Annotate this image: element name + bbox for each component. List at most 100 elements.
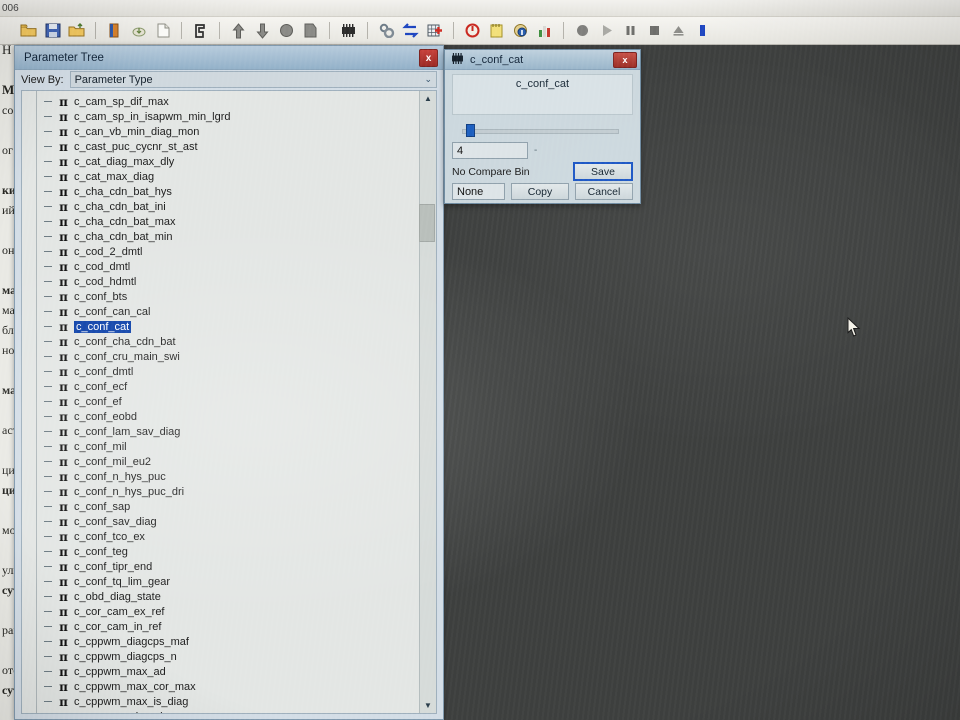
scrollbar-thumb[interactable] [419, 204, 435, 242]
stop-icon[interactable] [644, 20, 665, 41]
scroll-down-icon[interactable]: ▼ [420, 698, 436, 713]
parameter-item-c_cppwm_max_is_diag[interactable]: π c_cppwm_max_is_diag [22, 694, 419, 709]
dialog-titlebar[interactable]: c_conf_cat x [445, 50, 640, 70]
parameter-item-c_conf_ef[interactable]: π c_conf_ef [22, 394, 419, 409]
slider-track[interactable] [462, 129, 619, 134]
parameter-item-c_conf_n_hys_puc_dri[interactable]: π c_conf_n_hys_puc_dri [22, 484, 419, 499]
compare-bin-select[interactable]: None [452, 183, 505, 200]
parameter-item-c_cam_sp_in_isapwm_min_lgrd[interactable]: π c_cam_sp_in_isapwm_min_lgrd [22, 109, 419, 124]
parameter-item-label: c_obd_diag_state [74, 590, 161, 603]
parameter-item-c_conf_mil[interactable]: π c_conf_mil [22, 439, 419, 454]
new-document-icon[interactable] [152, 20, 173, 41]
swap-arrows-icon[interactable] [400, 20, 421, 41]
parameter-item-label: c_conf_n_hys_puc_dri [74, 485, 185, 498]
parameter-item-c_cam_sp_dif_max[interactable]: π c_cam_sp_dif_max [22, 94, 419, 109]
pi-parameter-icon: π [59, 454, 68, 469]
bar-chart-icon[interactable] [534, 20, 555, 41]
parameter-item-c_cod_2_dmtl[interactable]: π c_cod_2_dmtl [22, 244, 419, 259]
scroll-up-icon[interactable]: ▲ [420, 91, 436, 106]
parameter-item-c_cod_hdmtl[interactable]: π c_cod_hdmtl [22, 274, 419, 289]
parameter-item-c_cast_puc_cycnr_st_ast[interactable]: π c_cast_puc_cycnr_st_ast [22, 139, 419, 154]
parameter-item-c_conf_lam_sav_diag[interactable]: π c_conf_lam_sav_diag [22, 424, 419, 439]
parameter-item-c_cha_cdn_bat_min[interactable]: π c_cha_cdn_bat_min [22, 229, 419, 244]
parameter-item-c_conf_can_cal[interactable]: π c_conf_can_cal [22, 304, 419, 319]
save-button[interactable]: Save [573, 162, 633, 181]
cancel-button[interactable]: Cancel [575, 183, 633, 200]
play-icon[interactable] [596, 20, 617, 41]
upload-arrow-icon[interactable] [228, 20, 249, 41]
value-slider[interactable] [452, 124, 633, 137]
parameter-item-c_cor_cam_ex_ref[interactable]: π c_cor_cam_ex_ref [22, 604, 419, 619]
parameter-item-c_conf_mil_eu2[interactable]: π c_conf_mil_eu2 [22, 454, 419, 469]
gears-icon[interactable] [376, 20, 397, 41]
parameter-item-c_cha_cdn_bat_ini[interactable]: π c_cha_cdn_bat_ini [22, 199, 419, 214]
value-input[interactable]: 4 [452, 142, 528, 159]
tree-branch-line [44, 296, 52, 297]
parameter-item-c_conf_tipr_end[interactable]: π c_conf_tipr_end [22, 559, 419, 574]
parameter-item-c_cppwm_max_ad[interactable]: π c_cppwm_max_ad [22, 664, 419, 679]
circle-shape-icon[interactable] [276, 20, 297, 41]
close-icon[interactable]: x [613, 52, 637, 68]
tree-branch-line [44, 191, 52, 192]
cloud-download-icon[interactable] [128, 20, 149, 41]
pause-icon[interactable] [620, 20, 641, 41]
parameter-item-c_conf_tq_lim_gear[interactable]: π c_conf_tq_lim_gear [22, 574, 419, 589]
parameter-item-c_conf_bts[interactable]: π c_conf_bts [22, 289, 419, 304]
record-icon[interactable] [572, 20, 593, 41]
info-globe-icon[interactable] [510, 20, 531, 41]
parameter-list[interactable]: π c_cam_sp_dif_max π c_cam_sp_in_isapwm_min… [22, 91, 419, 713]
parameter-item-c_conf_cha_cdn_bat[interactable]: π c_conf_cha_cdn_bat [22, 334, 419, 349]
tree-branch-line [44, 161, 52, 162]
parameter-item-c_conf_cru_main_swi[interactable]: π c_conf_cru_main_swi [22, 349, 419, 364]
download-arrow-icon[interactable] [252, 20, 273, 41]
eject-icon[interactable] [668, 20, 689, 41]
toolbar-separator [181, 22, 182, 39]
import-book-icon[interactable] [104, 20, 125, 41]
parameter-item-c_cat_max_diag[interactable]: π c_cat_max_diag [22, 169, 419, 184]
tree-branch-line [44, 491, 52, 492]
memory-chip-icon[interactable] [338, 20, 359, 41]
tree-branch-line [44, 446, 52, 447]
parameter-item-c_can_vb_min_diag_mon[interactable]: π c_can_vb_min_diag_mon [22, 124, 419, 139]
copy-button[interactable]: Copy [511, 183, 569, 200]
slider-thumb[interactable] [466, 124, 475, 137]
tree-branch-line [44, 221, 52, 222]
pi-parameter-icon: π [59, 364, 68, 379]
parameter-item-c_cha_cdn_bat_hys[interactable]: π c_cha_cdn_bat_hys [22, 184, 419, 199]
parameter-item-c_conf_tco_ex[interactable]: π c_conf_tco_ex [22, 529, 419, 544]
notepad-icon[interactable] [486, 20, 507, 41]
parameter-item-c_conf_ecf[interactable]: π c_conf_ecf [22, 379, 419, 394]
parameter-item-c_cat_diag_max_dly[interactable]: π c_cat_diag_max_dly [22, 154, 419, 169]
open-folder-icon[interactable] [18, 20, 39, 41]
parameter-item-c_cor_cam_in_ref[interactable]: π c_cor_cam_in_ref [22, 619, 419, 634]
parameter-item-c_cppwm_min_ad[interactable]: πc_cppwm_min_ad [22, 709, 419, 714]
page-shape-icon[interactable] [300, 20, 321, 41]
parameter-item-c_cod_dmtl[interactable]: π c_cod_dmtl [22, 259, 419, 274]
parameter-item-c_conf_dmtl[interactable]: π c_conf_dmtl [22, 364, 419, 379]
tree-branch-line [44, 476, 52, 477]
parameter-item-label: c_cha_cdn_bat_max [74, 215, 176, 228]
parameter-item-c_conf_cat[interactable]: π c_conf_cat [22, 319, 419, 334]
parameter-item-c_obd_diag_state[interactable]: π c_obd_diag_state [22, 589, 419, 604]
stop-record-icon[interactable] [462, 20, 483, 41]
view-by-select[interactable]: Parameter Type ⌄ [69, 71, 437, 88]
flashlight-icon[interactable] [190, 20, 211, 41]
vertical-scrollbar[interactable]: ▲ ▼ [419, 91, 436, 713]
menu-bar: 006 [0, 0, 960, 17]
table-delete-icon[interactable] [424, 20, 445, 41]
close-icon[interactable]: x [419, 49, 438, 67]
parameter-item-c_cppwm_diagcps_n[interactable]: π c_cppwm_diagcps_n [22, 649, 419, 664]
parameter-item-c_conf_teg[interactable]: π c_conf_teg [22, 544, 419, 559]
parameter-item-c_conf_sav_diag[interactable]: π c_conf_sav_diag [22, 514, 419, 529]
parameter-item-c_cppwm_diagcps_maf[interactable]: π c_cppwm_diagcps_maf [22, 634, 419, 649]
parameter-item-c_cppwm_max_cor_max[interactable]: π c_cppwm_max_cor_max [22, 679, 419, 694]
save-disk-icon[interactable] [42, 20, 63, 41]
parameter-item-c_conf_eobd[interactable]: π c_conf_eobd [22, 409, 419, 424]
marker-icon[interactable] [692, 20, 713, 41]
parameter-item-c_conf_sap[interactable]: π c_conf_sap [22, 499, 419, 514]
export-folder-icon[interactable] [66, 20, 87, 41]
parameter-item-c_cha_cdn_bat_max[interactable]: π c_cha_cdn_bat_max [22, 214, 419, 229]
parameter-item-c_conf_n_hys_puc[interactable]: π c_conf_n_hys_puc [22, 469, 419, 484]
parameter-tree-titlebar[interactable]: Parameter Tree x [15, 46, 443, 70]
application-window: 006 [0, 0, 960, 45]
